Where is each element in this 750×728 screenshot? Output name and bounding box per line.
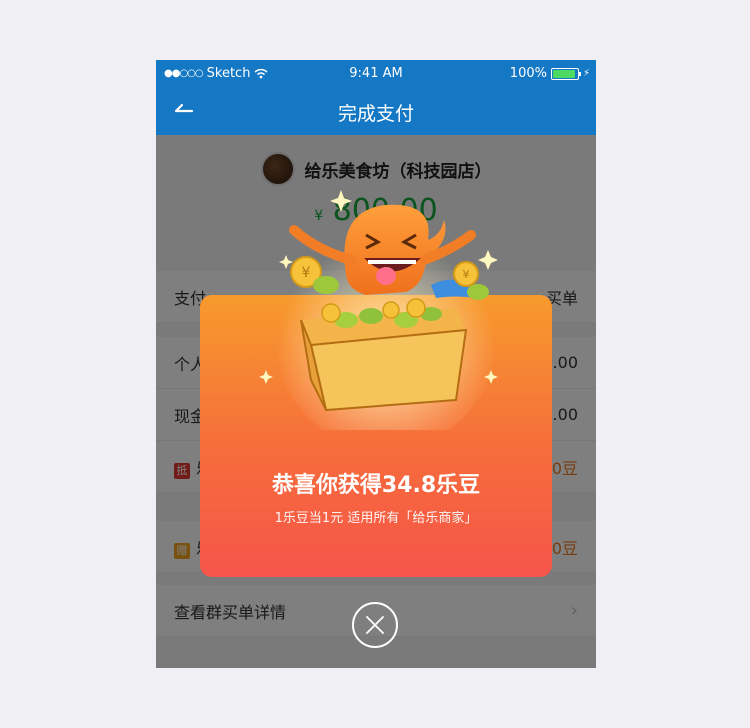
close-modal-button[interactable] (352, 602, 398, 648)
nav-bar: 完成支付 (156, 87, 596, 135)
battery-icon (550, 67, 581, 80)
battery-percent: 100% (509, 66, 547, 81)
svg-text:¥: ¥ (463, 268, 470, 281)
reward-title: 恭喜你获得34.8乐豆 (271, 473, 481, 498)
phone-screen: ●●○○○ Sketch 9:41 AM 100% ⚡ 完成支付 给乐美食坊（科… (156, 60, 596, 668)
close-icon (366, 616, 384, 634)
mascot-illustration: ¥ ¥ (259, 190, 498, 430)
reward-subtitle: 1乐豆当1元 适用所有「给乐商家」 (274, 511, 478, 526)
svg-text:¥: ¥ (302, 265, 311, 281)
page-title: 完成支付 (337, 103, 414, 125)
status-bar: ●●○○○ Sketch 9:41 AM 100% ⚡ (156, 60, 596, 87)
charging-icon: ⚡ (582, 68, 590, 79)
